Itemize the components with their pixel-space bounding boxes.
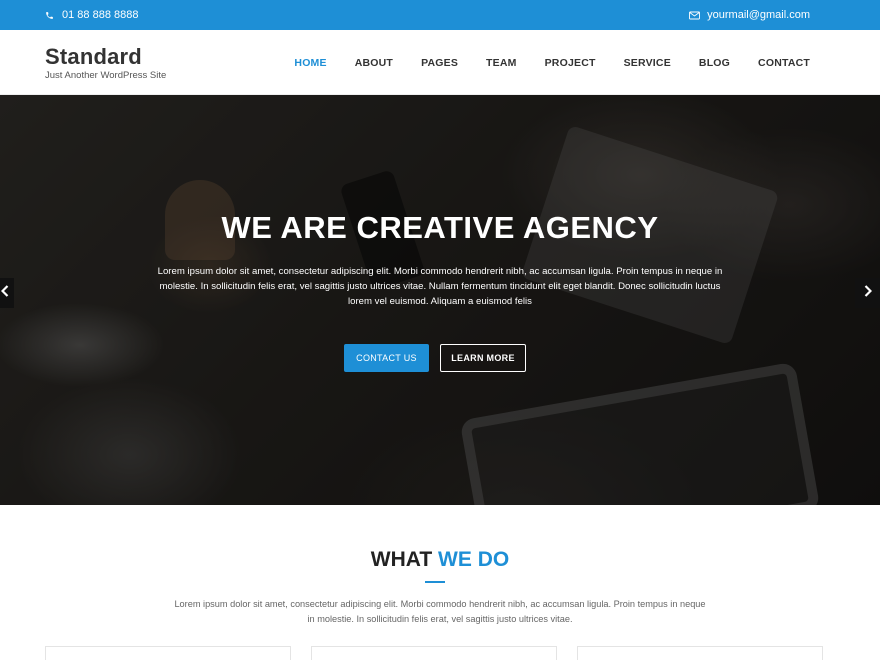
service-card[interactable] bbox=[311, 646, 557, 660]
service-card[interactable] bbox=[577, 646, 823, 660]
what-we-do-text: Lorem ipsum dolor sit amet, consectetur … bbox=[174, 599, 706, 624]
topbar-email[interactable]: yourmail@gmail.com bbox=[689, 0, 810, 30]
nav-item-project[interactable]: PROJECT bbox=[545, 57, 596, 69]
chevron-right-icon bbox=[864, 284, 872, 302]
nav-item-contact[interactable]: CONTACT bbox=[758, 57, 810, 69]
nav-item-pages[interactable]: PAGES bbox=[421, 57, 458, 69]
nav-item-service[interactable]: SERVICE bbox=[624, 57, 671, 69]
slider-prev-button[interactable] bbox=[0, 278, 14, 308]
site-tagline: Just Another WordPress Site bbox=[45, 70, 167, 81]
site-brand[interactable]: Standard Just Another WordPress Site bbox=[45, 45, 167, 82]
email-address: yourmail@gmail.com bbox=[707, 9, 810, 21]
heading-underline bbox=[425, 581, 445, 583]
phone-number: 01 88 888 8888 bbox=[62, 9, 139, 21]
slider-next-button[interactable] bbox=[855, 278, 880, 308]
nav-item-team[interactable]: TEAM bbox=[486, 57, 517, 69]
nav-item-about[interactable]: ABOUT bbox=[355, 57, 393, 69]
site-header: Standard Just Another WordPress Site HOM… bbox=[0, 30, 880, 95]
phone-icon bbox=[45, 11, 54, 20]
hero-content: WE ARE CREATIVE AGENCY Lorem ipsum dolor… bbox=[0, 95, 880, 505]
top-bar: 01 88 888 8888 yourmail@gmail.com bbox=[0, 0, 880, 30]
what-we-do-heading: WHAT WE DO bbox=[0, 548, 880, 572]
hero-text: Lorem ipsum dolor sit amet, consectetur … bbox=[157, 266, 723, 307]
service-card[interactable] bbox=[45, 646, 291, 660]
nav-item-home[interactable]: HOME bbox=[294, 57, 326, 69]
hero-slider: WE ARE CREATIVE AGENCY Lorem ipsum dolor… bbox=[0, 95, 880, 505]
hero-title: WE ARE CREATIVE AGENCY bbox=[221, 210, 659, 245]
chevron-left-icon bbox=[0, 284, 9, 302]
contact-us-button[interactable]: CONTACT US bbox=[344, 344, 429, 372]
topbar-phone[interactable]: 01 88 888 8888 bbox=[45, 0, 138, 30]
site-title[interactable]: Standard bbox=[45, 45, 166, 69]
learn-more-button[interactable]: LEARN MORE bbox=[440, 344, 526, 372]
what-we-do-heading-part2: WE DO bbox=[438, 548, 510, 571]
nav-item-blog[interactable]: BLOG bbox=[699, 57, 730, 69]
what-we-do-heading-part1: WHAT bbox=[370, 548, 433, 571]
envelope-icon bbox=[689, 11, 701, 20]
main-nav: HOME ABOUT PAGES TEAM PROJECT SERVICE BL… bbox=[266, 30, 810, 95]
